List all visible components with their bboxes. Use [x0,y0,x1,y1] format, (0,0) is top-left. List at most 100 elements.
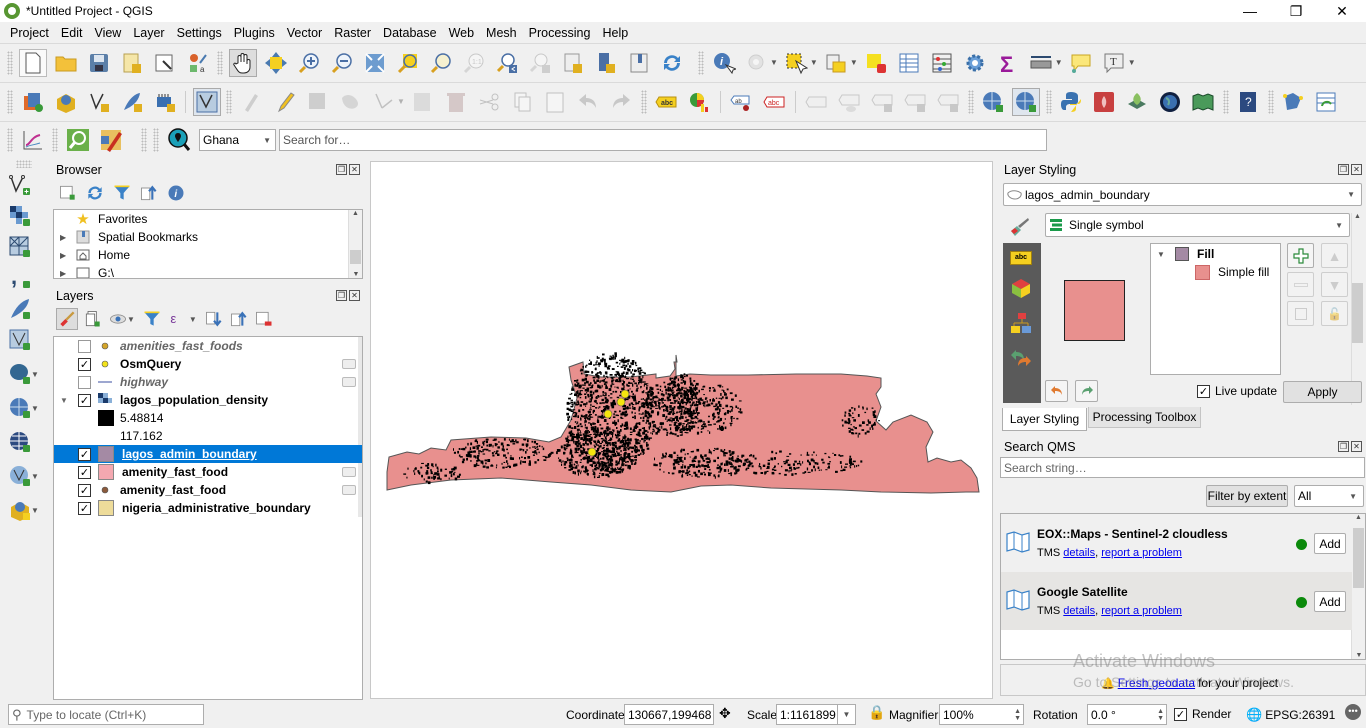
zoom-in-button[interactable] [295,49,323,77]
diagrams-tab-icon[interactable] [1010,312,1041,337]
add-vector-layer-button[interactable] [6,171,34,199]
attribute-table-button[interactable] [895,49,923,77]
add-raster-layer-button[interactable] [6,202,34,230]
add-service-button[interactable]: Add [1314,533,1346,554]
save-edits-button[interactable] [304,88,332,116]
qms-search-input[interactable]: Search string… [1000,457,1365,478]
run-action-button[interactable] [743,49,771,77]
add-geonode-button[interactable] [6,496,34,524]
georeferencer-button[interactable] [1279,88,1307,116]
live-update-checkbox[interactable]: ✓ Live update [1197,384,1277,398]
statistics-button[interactable]: Σ [994,49,1022,77]
chevron-down-icon[interactable]: ▼ [31,472,39,481]
float-panel-button[interactable]: ❐ [1338,164,1349,175]
highlight-pinned-labels-button[interactable]: ab [727,88,755,116]
close-panel-button[interactable]: ✕ [1351,441,1362,452]
toolbar-grip[interactable] [141,128,147,152]
layer-row-amenity-fast-food[interactable]: ✓ amenity_fast_food [54,481,362,499]
browser-item-drive-g[interactable]: ▶ G:\ [54,264,362,278]
restore-button[interactable]: ❐ [1273,0,1319,22]
properties-button[interactable]: i [166,183,186,203]
menu-plugins[interactable]: Plugins [228,26,281,40]
qms-result-item[interactable]: Google Satellite TMS details, report a pr… [1001,572,1352,630]
pan-map-button[interactable] [228,48,257,77]
show-bookmarks-button[interactable] [625,49,653,77]
add-virtual-layer-button[interactable] [6,326,34,354]
move-down-button[interactable]: ▼ [1321,272,1348,297]
duplicate-symbol-layer-button[interactable] [1287,301,1314,326]
layer-row-lagos-admin-boundary[interactable]: ✓ lagos_admin_boundary [54,445,362,463]
symbol-tree-fill[interactable]: ▼ Fill [1151,245,1280,263]
lock-scale-icon[interactable]: 🔒 [868,704,885,721]
checkbox[interactable]: ✓ [1197,384,1210,398]
menu-view[interactable]: View [88,26,127,40]
data-source-manager-button[interactable] [19,88,47,116]
chevron-down-icon[interactable]: ▼ [31,404,39,413]
chevron-down-icon[interactable]: ▼ [837,705,855,724]
map-tips-button[interactable] [1067,49,1095,77]
zoom-last-button[interactable] [493,49,521,77]
qms-filter-select[interactable]: All ▼ [1294,485,1364,507]
map-swipe-button[interactable] [97,126,125,154]
add-wfs-button[interactable] [6,462,34,490]
toolbar-grip[interactable] [7,50,13,75]
browser-item-home[interactable]: ▶ Home [54,246,362,264]
layout-manager-button[interactable] [151,49,179,77]
profile-tool-button[interactable] [19,126,47,154]
manage-map-themes-button[interactable] [108,309,128,329]
toolbar-grip[interactable] [7,89,13,114]
select-features-button[interactable] [782,49,810,77]
scale-select[interactable]: 1:1161899 ▼ [776,704,856,725]
save-project-button[interactable] [85,49,113,77]
new-map-view-button[interactable] [559,49,587,77]
layer-row-highway[interactable]: highway [54,373,362,391]
add-wms-button[interactable] [6,394,34,422]
toolbar-grip[interactable] [226,89,232,114]
toolbar-grip[interactable] [217,50,223,75]
change-label-button[interactable] [934,88,962,116]
style-manager-button[interactable]: a [184,49,212,77]
add-mesh-layer-button[interactable] [6,233,34,261]
firefly-button[interactable] [1090,88,1118,116]
layer-row-OsmQuery[interactable]: ✓ OsmQuery [54,355,362,373]
vertex-tool-all-button[interactable] [370,88,398,116]
modify-attributes-button[interactable] [409,88,437,116]
field-calculator-button[interactable] [928,49,956,77]
collapse-arrow-icon[interactable]: ▼ [60,396,78,405]
symbology-tab-button[interactable] [1008,215,1034,239]
locator-input[interactable]: ⚲ Type to locate (Ctrl+K) [8,704,204,725]
filter-by-expression-button[interactable]: ε [167,309,187,329]
checkbox[interactable]: ✓ [1174,707,1187,721]
magnifier-spinbox[interactable]: 100% ▲ ▼ [939,704,1024,725]
renderer-select[interactable]: Single symbol ▼ [1045,213,1350,237]
menu-edit[interactable]: Edit [55,26,89,40]
toolbar-grip[interactable] [1267,89,1274,114]
render-checkbox[interactable]: ✓ Render [1174,707,1231,721]
current-edits-button[interactable] [238,88,266,116]
fresh-geodata-link[interactable]: Fresh geodata [1118,676,1195,690]
remove-symbol-layer-button[interactable] [1287,272,1314,297]
cut-features-button[interactable] [475,88,503,116]
identify-button[interactable]: i [710,49,738,77]
chevron-down-icon[interactable]: ▼ [189,315,197,324]
add-feature-button[interactable] [337,88,365,116]
label-tool-button[interactable]: abc [652,88,680,116]
float-panel-button[interactable]: ❐ [336,164,347,175]
layer-visibility-checkbox[interactable]: ✓ [78,357,91,371]
qms-add-button[interactable] [979,88,1007,116]
rotation-spinbox[interactable]: 0.0 ° ▲ ▼ [1087,704,1167,725]
select-by-value-button[interactable] [822,49,850,77]
refresh-table-button[interactable] [1312,88,1340,116]
undo-style-button[interactable] [1045,380,1068,402]
geopackage-tool-button[interactable] [1123,88,1151,116]
chevron-down-icon[interactable]: ▼ [850,58,858,67]
close-panel-button[interactable]: ✕ [1351,164,1362,175]
layer-visibility-checkbox[interactable]: ✓ [78,483,91,497]
move-label-button[interactable] [868,88,896,116]
toolbar-grip[interactable] [153,128,159,152]
expand-arrow-icon[interactable]: ▼ [1157,250,1175,259]
toolbar-grip[interactable] [967,89,974,114]
diagram-tool-button[interactable] [685,88,713,116]
menu-help[interactable]: Help [596,26,634,40]
details-link[interactable]: details [1063,547,1095,559]
